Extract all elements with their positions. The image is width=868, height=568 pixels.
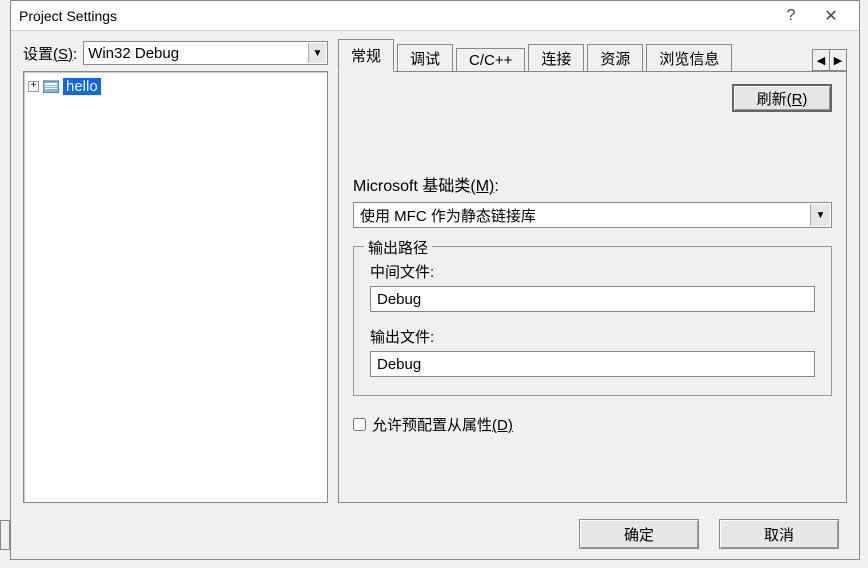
tab-panel-general: 刷新(R) Microsoft 基础类(M): 使用 MFC 作为静态链接库 ▼…	[338, 71, 847, 503]
project-tree[interactable]: + hello	[23, 71, 328, 503]
intermediate-input[interactable]	[370, 286, 815, 312]
tree-item[interactable]: + hello	[28, 76, 323, 96]
chevron-down-icon: ▼	[810, 204, 830, 226]
settings-label: 设置(S):	[23, 43, 77, 64]
dialog-footer: 确定 取消	[11, 509, 859, 559]
outputfile-input[interactable]	[370, 351, 815, 377]
window-title: Project Settings	[19, 8, 771, 24]
close-icon: ✕	[824, 6, 837, 26]
mfc-select[interactable]: 使用 MFC 作为静态链接库 ▼	[353, 202, 832, 228]
tab-debug[interactable]: 调试	[397, 44, 453, 72]
chevron-down-icon: ▼	[308, 43, 326, 63]
ok-button[interactable]: 确定	[579, 519, 699, 549]
tab-link[interactable]: 连接	[528, 44, 584, 72]
allow-dep-label: 允许预配置从属性(D)	[372, 414, 513, 435]
arrow-right-icon: ▶	[834, 54, 842, 67]
content-area: 设置(S): Win32 Debug ▼ +	[11, 31, 859, 509]
tab-scroll-right[interactable]: ▶	[829, 49, 847, 71]
output-path-group: 输出路径 中间文件: 输出文件:	[353, 246, 832, 396]
output-path-legend: 输出路径	[364, 237, 432, 258]
help-icon: ?	[787, 7, 796, 25]
right-pane: 常规 调试 C/C++ 连接 资源 浏览信息 ◀ ▶ 刷新(R) Mic	[338, 41, 847, 503]
tab-cpp[interactable]: C/C++	[456, 48, 525, 72]
arrow-left-icon: ◀	[817, 54, 825, 67]
project-icon	[43, 79, 59, 93]
cancel-button[interactable]: 取消	[719, 519, 839, 549]
close-button[interactable]: ✕	[811, 1, 851, 31]
intermediate-label: 中间文件:	[370, 261, 815, 282]
tab-scroll-arrows: ◀ ▶	[813, 49, 847, 71]
tab-browseinfo[interactable]: 浏览信息	[646, 44, 732, 72]
tab-scroll-left[interactable]: ◀	[812, 49, 830, 71]
allow-dep-checkbox[interactable]	[353, 418, 366, 431]
settings-combo[interactable]: Win32 Debug ▼	[83, 41, 328, 65]
mfc-label: Microsoft 基础类(M):	[353, 172, 832, 196]
tree-item-label: hello	[63, 78, 101, 95]
settings-combo-value: Win32 Debug	[88, 45, 179, 62]
tab-general[interactable]: 常规	[338, 39, 394, 72]
tree-expander[interactable]: +	[28, 81, 39, 92]
background-window-edge	[0, 520, 10, 550]
project-settings-window: Project Settings ? ✕ 设置(S): Win32 Debug …	[10, 0, 860, 560]
allow-dep-checkbox-row[interactable]: 允许预配置从属性(D)	[353, 414, 832, 435]
help-button[interactable]: ?	[771, 1, 811, 31]
mfc-select-value: 使用 MFC 作为静态链接库	[360, 205, 536, 226]
left-pane: 设置(S): Win32 Debug ▼ +	[23, 41, 328, 503]
tab-strip: 常规 调试 C/C++ 连接 资源 浏览信息 ◀ ▶	[338, 41, 847, 71]
tab-resources[interactable]: 资源	[587, 44, 643, 72]
outputfile-label: 输出文件:	[370, 326, 815, 347]
refresh-button[interactable]: 刷新(R)	[732, 84, 832, 112]
titlebar: Project Settings ? ✕	[11, 1, 859, 31]
settings-row: 设置(S): Win32 Debug ▼	[23, 41, 328, 65]
